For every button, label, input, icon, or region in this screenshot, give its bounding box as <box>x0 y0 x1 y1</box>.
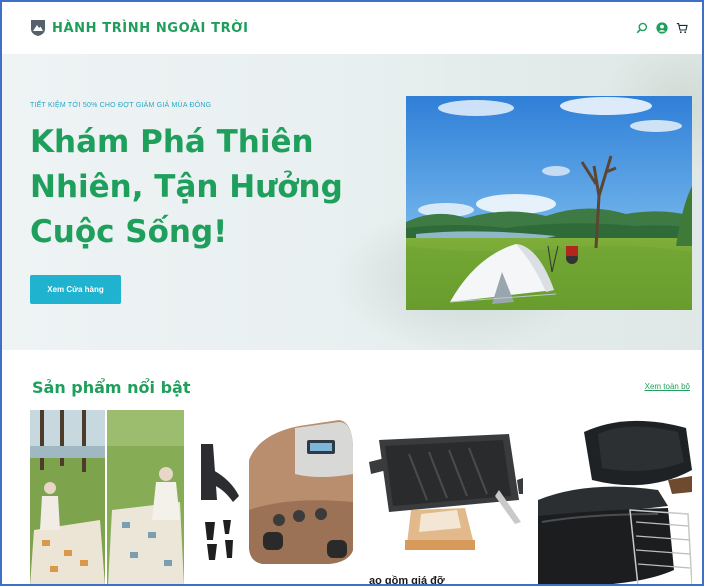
product-image-caption: ao gồm giá đỡ <box>369 575 445 586</box>
logo-icon[interactable] <box>30 19 46 37</box>
promo-text: TIẾT KIỆM TỚI 50% CHO ĐỢT GIẢM GIÁ MÙA Đ… <box>30 102 212 109</box>
hero-banner: TIẾT KIỆM TỚI 50% CHO ĐỢT GIẢM GIÁ MÙA Đ… <box>2 54 702 350</box>
user-account-icon[interactable] <box>656 22 668 34</box>
hero-title: Khám Phá Thiên Nhiên, Tận Hưởng Cuộc Sốn… <box>30 120 360 255</box>
hero-title-line: Cuộc Sống! <box>30 214 228 250</box>
featured-products-title: Sản phẩm nổi bật <box>32 378 191 397</box>
see-all-link[interactable]: Xem toàn bộ <box>645 382 690 391</box>
hero-title-line: Nhiên, Tận Hưởng <box>30 169 343 205</box>
hero-title-line: Khám Phá Thiên <box>30 124 314 160</box>
product-grid: ao gồm giá đỡ <box>30 410 692 586</box>
product-card-grill-pan[interactable]: ao gồm giá đỡ <box>369 410 523 586</box>
browser-frame: HÀNH TRÌNH NGOÀI TRỜI TIẾT KIỆM TỚI 50% … <box>0 0 704 586</box>
shop-now-button[interactable]: Xem Cửa hàng <box>30 275 121 304</box>
search-icon[interactable] <box>636 22 648 34</box>
cart-icon[interactable] <box>676 22 688 34</box>
product-card-air-pump[interactable] <box>199 410 353 586</box>
camping-tent-photo <box>406 96 692 310</box>
product-card-picnic-mat[interactable] <box>30 410 184 586</box>
product-card-dutch-oven[interactable] <box>538 410 692 586</box>
header-actions <box>636 22 688 34</box>
site-header: HÀNH TRÌNH NGOÀI TRỜI <box>2 2 702 54</box>
brand-name[interactable]: HÀNH TRÌNH NGOÀI TRỜI <box>52 21 249 36</box>
